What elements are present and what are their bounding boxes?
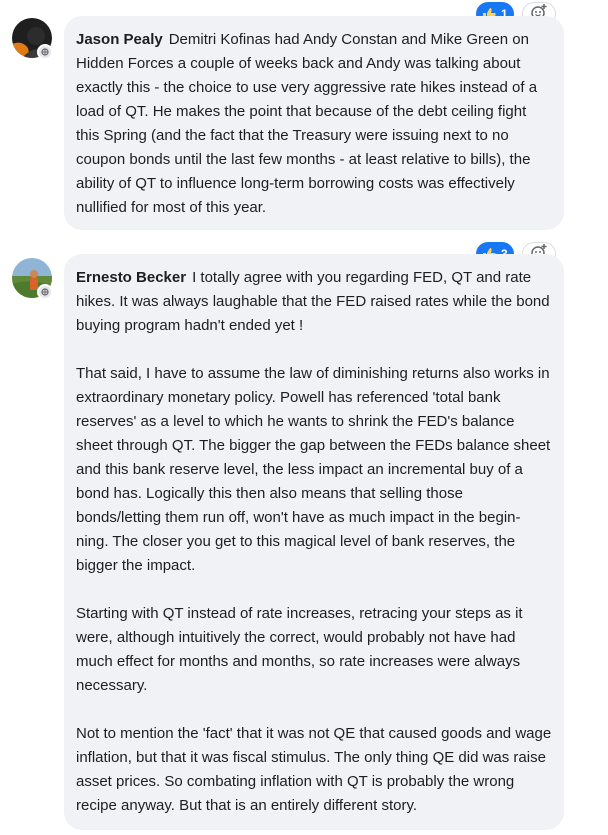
comment-paragraph: Not to mention the 'fact' that it was no…: [76, 725, 552, 814]
comment-text: Jason Pealy Demitri Kofinas had Andy Cons…: [76, 28, 552, 220]
status-badge-icon: [37, 284, 53, 300]
status-badge-icon: [37, 44, 53, 60]
comment-bubble: Ernesto Becker I totally agree with you r…: [64, 254, 564, 830]
comment-text: Ernesto Becker I totally agree with you r…: [76, 266, 552, 338]
comment-paragraph: Starting with QT instead of rate increas…: [76, 605, 523, 694]
comment-paragraph: That said, I have to assume the law of d…: [76, 365, 551, 574]
comment-paragraph: Demitri Kofinas had Andy Constan and Mik…: [76, 31, 538, 216]
author-name[interactable]: Ernesto Becker: [76, 269, 186, 286]
comment-bubble: Jason Pealy Demitri Kofinas had Andy Cons…: [64, 16, 564, 230]
author-name[interactable]: Jason Pealy: [76, 31, 163, 48]
